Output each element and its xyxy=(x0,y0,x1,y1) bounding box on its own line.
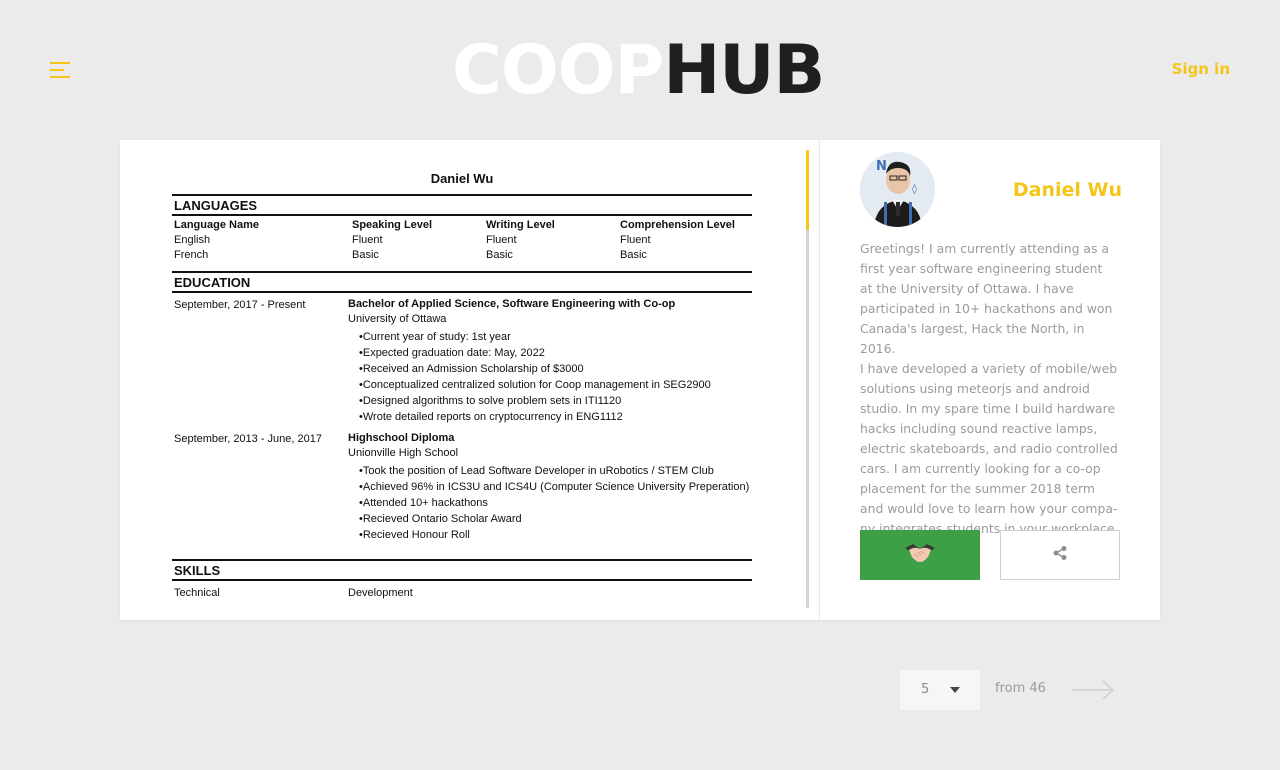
bio-line: Greetings! I am currently attending as a xyxy=(860,241,1109,256)
scrollbar-thumb[interactable] xyxy=(806,150,809,230)
table-cell: Fluent xyxy=(620,234,651,246)
resume-document: Daniel Wu LANGUAGES Language Name Speaki… xyxy=(172,170,752,601)
education-entry: September, 2017 - Present Bachelor of Ap… xyxy=(172,297,752,425)
education-title: Highschool Diploma xyxy=(348,432,455,444)
bio-line: studio. In my spare time I build hardwar… xyxy=(860,401,1116,416)
bio-line: and would love to learn how your compa- xyxy=(860,501,1118,516)
education-entry: September, 2013 - June, 2017 Highschool … xyxy=(172,431,752,543)
list-item: •Attended 10+ hackathons xyxy=(359,497,488,509)
resume-viewer[interactable]: Daniel Wu LANGUAGES Language Name Speaki… xyxy=(120,140,820,620)
table-row: English Fluent Fluent Fluent xyxy=(172,233,752,248)
list-item: •Current year of study: 1st year xyxy=(359,331,511,343)
arrow-right-icon[interactable] xyxy=(1070,678,1116,702)
resume-name: Daniel Wu xyxy=(430,171,494,186)
table-cell: Basic xyxy=(620,249,647,261)
table-cell: Technical xyxy=(174,587,220,599)
page-total: from 46 xyxy=(995,681,1046,696)
bio-line: at the University of Ottawa. I have xyxy=(860,281,1074,296)
education-school: University of Ottawa xyxy=(348,313,447,325)
bio-line: placement for the summer 2018 term xyxy=(860,481,1095,496)
share-button[interactable] xyxy=(1000,530,1120,580)
bio-line: Canada's largest, Hack the North, in 201… xyxy=(860,321,1085,356)
education-date: September, 2013 - June, 2017 xyxy=(174,433,322,445)
languages-heading: LANGUAGES xyxy=(172,194,752,216)
candidate-card: Daniel Wu LANGUAGES Language Name Speaki… xyxy=(120,140,1160,620)
list-item: •Received an Admission Scholarship of $3… xyxy=(359,363,584,375)
bio-line: I have developed a variety of mobile/web xyxy=(860,361,1118,376)
list-item: •Conceptualized centralized solution for… xyxy=(359,379,711,391)
table-cell: French xyxy=(174,249,209,261)
list-item: •Designed algorithms to solve problem se… xyxy=(359,395,622,407)
table-cell: Fluent xyxy=(486,234,517,246)
list-item: •Expected graduation date: May, 2022 xyxy=(359,347,545,359)
bio-line: participated in 10+ hackathons and won xyxy=(860,301,1113,316)
page-select-value: 5 xyxy=(921,682,930,697)
share-icon xyxy=(1052,545,1068,566)
candidate-bio: Greetings! I am currently attending as a… xyxy=(860,239,1122,539)
logo-coop: COOP xyxy=(452,31,664,110)
list-item: •Wrote detailed reports on cryptocurrenc… xyxy=(359,411,623,423)
avatar: N ◊ xyxy=(860,152,935,227)
bio-line: hacks including sound reactive lamps, xyxy=(860,421,1098,436)
bio-line: first year software engineering student xyxy=(860,261,1103,276)
table-header: Comprehension Level xyxy=(620,219,735,231)
table-header: Writing Level xyxy=(486,219,555,231)
sign-in-link[interactable]: Sign in xyxy=(1172,60,1230,78)
table-header: Language Name xyxy=(174,219,259,231)
bio-line: cars. I am currently looking for a co-op xyxy=(860,461,1101,476)
table-cell: English xyxy=(174,234,211,246)
table-cell: Basic xyxy=(486,249,513,261)
list-item: •Recieved Ontario Scholar Award xyxy=(359,513,522,525)
education-heading: EDUCATION xyxy=(172,271,752,293)
table-row: French Basic Basic Basic xyxy=(172,248,752,263)
accept-button[interactable] xyxy=(860,530,980,580)
education-school: Unionville High School xyxy=(348,447,459,459)
list-item: •Took the position of Lead Software Deve… xyxy=(359,465,714,477)
table-row: Technical Development xyxy=(172,586,752,601)
table-cell: Fluent xyxy=(352,234,383,246)
education-title: Bachelor of Applied Science, Software En… xyxy=(348,298,676,310)
caret-down-icon xyxy=(950,687,960,693)
page-select[interactable]: 5 xyxy=(900,670,980,710)
table-cell: Development xyxy=(348,587,413,599)
menu-icon[interactable] xyxy=(50,61,70,79)
svg-text:N: N xyxy=(876,159,887,174)
list-item: •Achieved 96% in ICS3U and ICS4U (Comput… xyxy=(359,481,750,493)
list-item: •Recieved Honour Roll xyxy=(359,529,470,541)
candidate-name: Daniel Wu xyxy=(1012,179,1122,201)
logo-hub: HUB xyxy=(663,31,825,110)
bio-line: solutions using meteorjs and android xyxy=(860,381,1090,396)
table-header: Speaking Level xyxy=(352,219,433,231)
svg-text:◊: ◊ xyxy=(912,183,917,195)
languages-header-row: Language Name Speaking Level Writing Lev… xyxy=(172,218,752,233)
handshake-icon xyxy=(903,540,937,571)
table-cell: Basic xyxy=(352,249,379,261)
bio-line: electric skateboards, and radio controll… xyxy=(860,441,1118,456)
skills-heading: SKILLS xyxy=(172,559,752,581)
education-date: September, 2017 - Present xyxy=(174,299,306,311)
logo: COOPHUB xyxy=(452,36,825,106)
